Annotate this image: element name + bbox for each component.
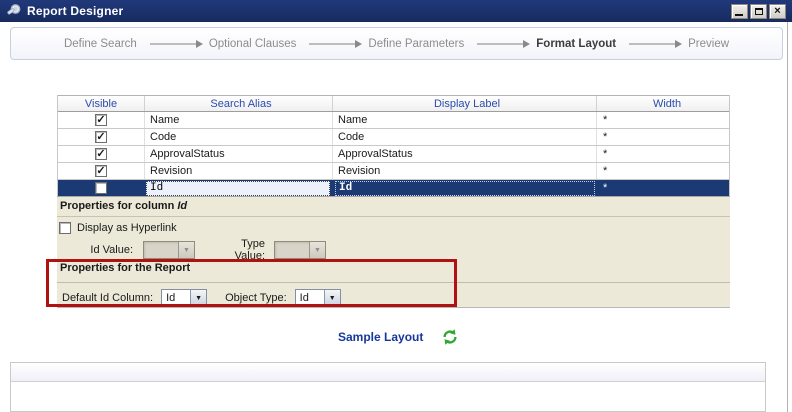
columns-grid: Visible Search Alias Display Label Width ✓ N… (57, 95, 730, 197)
step-arrow-icon (309, 39, 363, 48)
refresh-icon[interactable] (442, 329, 458, 345)
column-header-visible[interactable]: Visible (58, 96, 145, 111)
object-type-selected: Id (299, 292, 309, 304)
columns-grid-header-row: Visible Search Alias Display Label Width (58, 95, 729, 112)
column-properties-column-name: Id (177, 200, 188, 212)
display-label-cell[interactable]: ApprovalStatus (333, 146, 597, 162)
search-alias-cell[interactable]: Code (145, 129, 333, 145)
display-as-hyperlink-label: Display as Hyperlink (77, 222, 177, 234)
window-title: Report Designer (27, 4, 124, 18)
wizard-step-format-layout[interactable]: Format Layout (536, 38, 616, 50)
window-right-border (787, 22, 788, 412)
display-label-cell[interactable]: Name (333, 112, 597, 128)
default-id-column-selected: Id (166, 292, 176, 304)
default-id-column-label: Default Id Column: (62, 292, 154, 304)
display-label-cell[interactable]: Code (333, 129, 597, 145)
chevron-down-icon: ▼ (178, 242, 194, 258)
width-cell[interactable]: * (597, 129, 731, 145)
chevron-down-icon: ▼ (323, 290, 340, 306)
step-arrow-icon (629, 39, 683, 48)
search-alias-edit-box[interactable]: Id (146, 180, 330, 196)
display-as-hyperlink-checkbox[interactable] (59, 222, 71, 234)
visible-checkbox[interactable]: ✓ (95, 114, 107, 126)
display-label-cell[interactable]: Id (333, 180, 597, 196)
report-designer-window: Report Designer × Define Search Optional … (0, 0, 792, 412)
visible-cell: ✓ (58, 129, 145, 145)
type-value-select: ▼ (274, 241, 326, 259)
wizard-step-preview[interactable]: Preview (688, 38, 729, 50)
close-icon: × (774, 5, 781, 17)
report-properties-header: Properties for the Report (57, 259, 730, 279)
report-properties-title: Properties for the Report (60, 262, 191, 274)
close-button[interactable]: × (769, 3, 786, 19)
object-type-select[interactable]: Id ▼ (294, 289, 341, 307)
visible-checkbox[interactable] (95, 182, 107, 194)
column-header-width[interactable]: Width (597, 96, 731, 111)
search-alias-cell[interactable]: Name (145, 112, 333, 128)
step-arrow-icon (477, 39, 531, 48)
title-bar: Report Designer × (0, 0, 792, 22)
step-arrow-icon (149, 39, 203, 48)
section-divider (57, 282, 730, 283)
sample-layout-label: Sample Layout (338, 330, 424, 344)
width-cell[interactable]: * (597, 146, 731, 162)
minimize-icon (735, 13, 743, 16)
maximize-icon (754, 7, 763, 15)
table-row[interactable]: ✓ Revision Revision * (58, 163, 729, 180)
table-row[interactable]: ✓ Name Name * (58, 112, 729, 129)
column-properties-header: Properties for column Id (57, 197, 730, 217)
chevron-down-icon: ▼ (309, 242, 325, 258)
width-cell[interactable]: * (597, 180, 731, 196)
display-label-cell[interactable]: Revision (333, 163, 597, 179)
search-alias-cell[interactable]: Revision (145, 163, 333, 179)
chevron-down-icon: ▼ (190, 290, 207, 306)
visible-cell: ✓ (58, 112, 145, 128)
sample-layout-grid (10, 362, 766, 412)
width-cell[interactable]: * (597, 112, 731, 128)
object-type-label: Object Type: (225, 292, 287, 304)
visible-checkbox[interactable]: ✓ (95, 148, 107, 160)
column-properties-title: Properties for column (60, 200, 175, 212)
visible-cell: ✓ (58, 146, 145, 162)
wizard-breadcrumb: Define Search Optional Clauses Define Para… (10, 27, 783, 60)
wizard-step-optional-clauses[interactable]: Optional Clauses (209, 38, 297, 50)
sample-grid-header-row (11, 363, 765, 382)
width-cell[interactable]: * (597, 163, 731, 179)
visible-cell: ✓ (58, 163, 145, 179)
column-header-display-label[interactable]: Display Label (333, 96, 597, 111)
maximize-button[interactable] (750, 3, 767, 19)
table-row[interactable]: ✓ Code Code * (58, 129, 729, 146)
table-row[interactable]: Id Id * (58, 180, 729, 197)
visible-cell (58, 180, 145, 196)
minimize-button[interactable] (731, 3, 748, 19)
search-alias-cell[interactable]: ApprovalStatus (145, 146, 333, 162)
visible-checkbox[interactable]: ✓ (95, 131, 107, 143)
wizard-step-define-search[interactable]: Define Search (64, 38, 137, 50)
visible-checkbox[interactable]: ✓ (95, 165, 107, 177)
column-header-search-alias[interactable]: Search Alias (145, 96, 333, 111)
id-value-label: Id Value: (90, 244, 133, 256)
table-row[interactable]: ✓ ApprovalStatus ApprovalStatus * (58, 146, 729, 163)
id-value-select: ▼ (143, 241, 195, 259)
wizard-step-define-parameters[interactable]: Define Parameters (368, 38, 464, 50)
search-alias-cell[interactable]: Id (145, 180, 333, 196)
display-label-selected: Id (335, 180, 595, 196)
properties-panel: Properties for column Id Display as Hype… (57, 196, 730, 308)
default-id-column-select[interactable]: Id ▼ (161, 289, 208, 307)
magnifier-icon (7, 4, 21, 15)
